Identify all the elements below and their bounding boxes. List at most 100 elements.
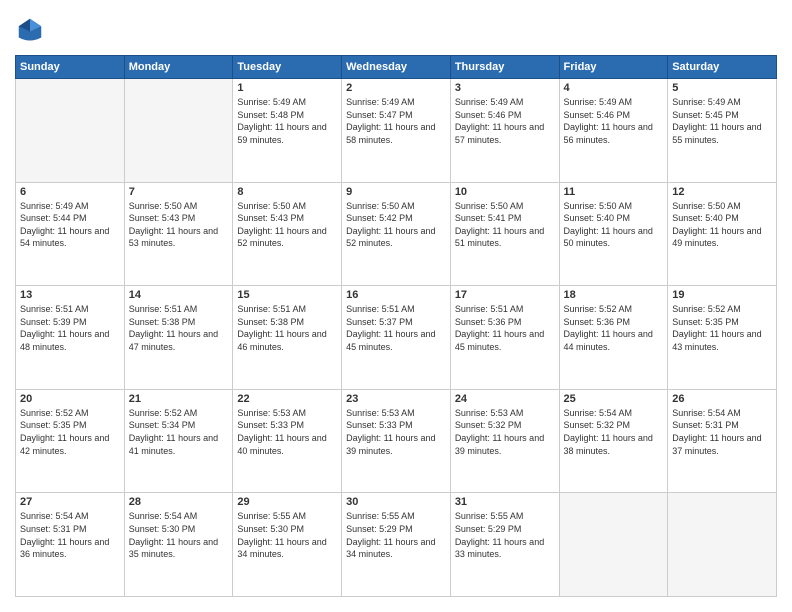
- day-info: Sunrise: 5:50 AMSunset: 5:41 PMDaylight:…: [455, 200, 555, 250]
- day-number: 27: [20, 496, 120, 508]
- day-number: 13: [20, 289, 120, 301]
- calendar-header-row: SundayMondayTuesdayWednesdayThursdayFrid…: [16, 56, 777, 79]
- day-number: 16: [346, 289, 446, 301]
- calendar-week-row: 13 Sunrise: 5:51 AMSunset: 5:39 PMDayligh…: [16, 286, 777, 390]
- calendar-cell: 2 Sunrise: 5:49 AMSunset: 5:47 PMDaylight…: [342, 79, 451, 183]
- calendar-cell: 1 Sunrise: 5:49 AMSunset: 5:48 PMDaylight…: [233, 79, 342, 183]
- calendar-cell: 5 Sunrise: 5:49 AMSunset: 5:45 PMDaylight…: [668, 79, 777, 183]
- day-info: Sunrise: 5:55 AMSunset: 5:29 PMDaylight:…: [455, 510, 555, 560]
- day-number: 9: [346, 186, 446, 198]
- day-info: Sunrise: 5:53 AMSunset: 5:32 PMDaylight:…: [455, 407, 555, 457]
- day-info: Sunrise: 5:49 AMSunset: 5:47 PMDaylight:…: [346, 96, 446, 146]
- day-info: Sunrise: 5:50 AMSunset: 5:40 PMDaylight:…: [672, 200, 772, 250]
- calendar-cell: 14 Sunrise: 5:51 AMSunset: 5:38 PMDayligh…: [124, 286, 233, 390]
- day-info: Sunrise: 5:50 AMSunset: 5:43 PMDaylight:…: [129, 200, 229, 250]
- logo-icon: [15, 15, 45, 45]
- calendar-week-row: 20Sunrise: 5:52 AMSunset: 5:35 PMDayligh…: [16, 389, 777, 493]
- calendar-cell: [668, 493, 777, 597]
- calendar-header-saturday: Saturday: [668, 56, 777, 79]
- calendar-week-row: 6 Sunrise: 5:49 AMSunset: 5:44 PMDaylight…: [16, 182, 777, 286]
- calendar-header-sunday: Sunday: [16, 56, 125, 79]
- calendar-cell: 15 Sunrise: 5:51 AMSunset: 5:38 PMDayligh…: [233, 286, 342, 390]
- calendar-cell: 3 Sunrise: 5:49 AMSunset: 5:46 PMDaylight…: [450, 79, 559, 183]
- calendar-cell: [124, 79, 233, 183]
- day-info: Sunrise: 5:51 AMSunset: 5:39 PMDaylight:…: [20, 303, 120, 353]
- day-number: 10: [455, 186, 555, 198]
- day-info: Sunrise: 5:53 AMSunset: 5:33 PMDaylight:…: [346, 407, 446, 457]
- calendar-week-row: 1 Sunrise: 5:49 AMSunset: 5:48 PMDaylight…: [16, 79, 777, 183]
- calendar-cell: 9 Sunrise: 5:50 AMSunset: 5:42 PMDaylight…: [342, 182, 451, 286]
- calendar-cell: 27Sunrise: 5:54 AMSunset: 5:31 PMDayligh…: [16, 493, 125, 597]
- day-number: 2: [346, 82, 446, 94]
- day-info: Sunrise: 5:49 AMSunset: 5:46 PMDaylight:…: [564, 96, 664, 146]
- day-number: 15: [237, 289, 337, 301]
- calendar-table: SundayMondayTuesdayWednesdayThursdayFrid…: [15, 55, 777, 597]
- day-number: 28: [129, 496, 229, 508]
- day-number: 22: [237, 393, 337, 405]
- calendar-cell: 18Sunrise: 5:52 AMSunset: 5:36 PMDayligh…: [559, 286, 668, 390]
- calendar-cell: 26 Sunrise: 5:54 AMSunset: 5:31 PMDayligh…: [668, 389, 777, 493]
- day-info: Sunrise: 5:50 AMSunset: 5:42 PMDaylight:…: [346, 200, 446, 250]
- calendar-cell: 22 Sunrise: 5:53 AMSunset: 5:33 PMDayligh…: [233, 389, 342, 493]
- day-number: 3: [455, 82, 555, 94]
- calendar-cell: 30Sunrise: 5:55 AMSunset: 5:29 PMDayligh…: [342, 493, 451, 597]
- day-number: 4: [564, 82, 664, 94]
- day-number: 11: [564, 186, 664, 198]
- calendar-cell: 24 Sunrise: 5:53 AMSunset: 5:32 PMDayligh…: [450, 389, 559, 493]
- day-info: Sunrise: 5:49 AMSunset: 5:45 PMDaylight:…: [672, 96, 772, 146]
- calendar-header-friday: Friday: [559, 56, 668, 79]
- day-info: Sunrise: 5:55 AMSunset: 5:29 PMDaylight:…: [346, 510, 446, 560]
- day-number: 8: [237, 186, 337, 198]
- calendar-cell: 17Sunrise: 5:51 AMSunset: 5:36 PMDayligh…: [450, 286, 559, 390]
- calendar-cell: 7 Sunrise: 5:50 AMSunset: 5:43 PMDaylight…: [124, 182, 233, 286]
- page: SundayMondayTuesdayWednesdayThursdayFrid…: [0, 0, 792, 612]
- calendar-cell: 10 Sunrise: 5:50 AMSunset: 5:41 PMDayligh…: [450, 182, 559, 286]
- calendar-header-monday: Monday: [124, 56, 233, 79]
- day-info: Sunrise: 5:55 AMSunset: 5:30 PMDaylight:…: [237, 510, 337, 560]
- calendar-header-thursday: Thursday: [450, 56, 559, 79]
- calendar-cell: 6 Sunrise: 5:49 AMSunset: 5:44 PMDaylight…: [16, 182, 125, 286]
- day-number: 25: [564, 393, 664, 405]
- calendar-cell: 16 Sunrise: 5:51 AMSunset: 5:37 PMDayligh…: [342, 286, 451, 390]
- calendar-cell: 19 Sunrise: 5:52 AMSunset: 5:35 PMDayligh…: [668, 286, 777, 390]
- calendar-cell: 31 Sunrise: 5:55 AMSunset: 5:29 PMDayligh…: [450, 493, 559, 597]
- calendar-cell: 8 Sunrise: 5:50 AMSunset: 5:43 PMDaylight…: [233, 182, 342, 286]
- day-info: Sunrise: 5:51 AMSunset: 5:38 PMDaylight:…: [129, 303, 229, 353]
- day-info: Sunrise: 5:49 AMSunset: 5:46 PMDaylight:…: [455, 96, 555, 146]
- day-number: 24: [455, 393, 555, 405]
- calendar-cell: 29 Sunrise: 5:55 AMSunset: 5:30 PMDayligh…: [233, 493, 342, 597]
- day-number: 26: [672, 393, 772, 405]
- calendar-week-row: 27Sunrise: 5:54 AMSunset: 5:31 PMDayligh…: [16, 493, 777, 597]
- day-info: Sunrise: 5:52 AMSunset: 5:36 PMDaylight:…: [564, 303, 664, 353]
- day-number: 1: [237, 82, 337, 94]
- header: [15, 15, 777, 45]
- day-number: 5: [672, 82, 772, 94]
- calendar-header-tuesday: Tuesday: [233, 56, 342, 79]
- day-number: 31: [455, 496, 555, 508]
- day-info: Sunrise: 5:51 AMSunset: 5:38 PMDaylight:…: [237, 303, 337, 353]
- calendar-cell: 28 Sunrise: 5:54 AMSunset: 5:30 PMDayligh…: [124, 493, 233, 597]
- day-info: Sunrise: 5:54 AMSunset: 5:30 PMDaylight:…: [129, 510, 229, 560]
- day-number: 6: [20, 186, 120, 198]
- day-info: Sunrise: 5:54 AMSunset: 5:31 PMDaylight:…: [672, 407, 772, 457]
- calendar-cell: 13 Sunrise: 5:51 AMSunset: 5:39 PMDayligh…: [16, 286, 125, 390]
- day-info: Sunrise: 5:52 AMSunset: 5:34 PMDaylight:…: [129, 407, 229, 457]
- day-info: Sunrise: 5:49 AMSunset: 5:48 PMDaylight:…: [237, 96, 337, 146]
- logo: [15, 15, 49, 45]
- day-number: 7: [129, 186, 229, 198]
- calendar-header-wednesday: Wednesday: [342, 56, 451, 79]
- day-number: 19: [672, 289, 772, 301]
- day-info: Sunrise: 5:51 AMSunset: 5:37 PMDaylight:…: [346, 303, 446, 353]
- day-info: Sunrise: 5:53 AMSunset: 5:33 PMDaylight:…: [237, 407, 337, 457]
- day-info: Sunrise: 5:52 AMSunset: 5:35 PMDaylight:…: [672, 303, 772, 353]
- calendar-cell: 21Sunrise: 5:52 AMSunset: 5:34 PMDayligh…: [124, 389, 233, 493]
- calendar-cell: 4 Sunrise: 5:49 AMSunset: 5:46 PMDaylight…: [559, 79, 668, 183]
- day-number: 17: [455, 289, 555, 301]
- day-number: 14: [129, 289, 229, 301]
- day-info: Sunrise: 5:49 AMSunset: 5:44 PMDaylight:…: [20, 200, 120, 250]
- day-number: 29: [237, 496, 337, 508]
- day-info: Sunrise: 5:54 AMSunset: 5:32 PMDaylight:…: [564, 407, 664, 457]
- calendar-cell: 20Sunrise: 5:52 AMSunset: 5:35 PMDayligh…: [16, 389, 125, 493]
- day-number: 23: [346, 393, 446, 405]
- day-info: Sunrise: 5:50 AMSunset: 5:43 PMDaylight:…: [237, 200, 337, 250]
